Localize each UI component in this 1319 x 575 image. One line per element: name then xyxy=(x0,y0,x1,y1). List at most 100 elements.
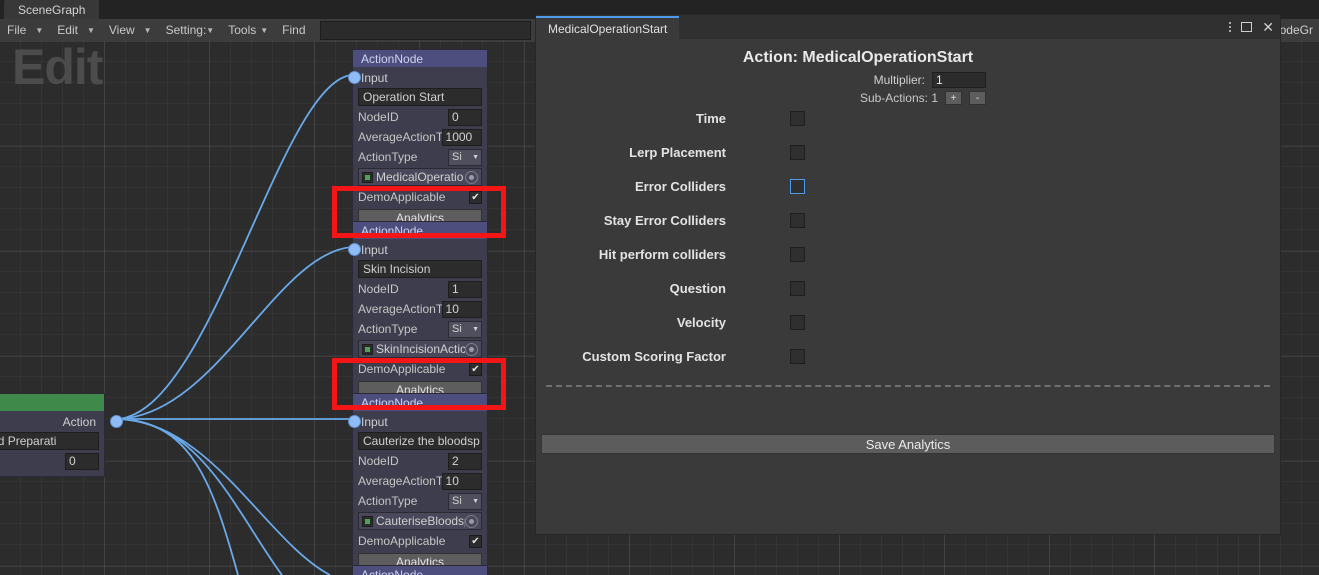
action-node-2-object-value: CauteriseBloodsp xyxy=(376,514,465,528)
action-node-2-type-dropdown[interactable]: Si ▼ xyxy=(448,492,482,510)
action-node-2-id-value[interactable]: 2 xyxy=(448,452,482,470)
checkbox-custom-scoring-factor[interactable] xyxy=(790,348,805,364)
action-node-2-input-label: Input xyxy=(361,414,388,429)
action-node-1-avg-label: AverageActionTi xyxy=(358,302,442,316)
action-node-2-input-port[interactable] xyxy=(348,415,361,428)
action-node-3[interactable]: ActionNode xyxy=(352,565,488,575)
checkbox-label-hit-perform-colliders: Hit perform colliders xyxy=(598,246,726,262)
multiplier-row: Multiplier: 1 xyxy=(874,72,986,88)
action-node-2-avg-value[interactable]: 10 xyxy=(441,472,482,490)
action-node-2-name-field[interactable]: Cauterize the bloodsp xyxy=(358,432,482,450)
menu-find-label: Find xyxy=(282,23,306,37)
stage-node-name-field[interactable]: sion and Preparati xyxy=(0,432,99,450)
action-node-0-avg-value[interactable]: 1000 xyxy=(441,128,482,146)
action-node-0-input-row: Input xyxy=(358,69,482,86)
action-node-0-id-value[interactable]: 0 xyxy=(448,108,482,126)
panel-window-controls: ✕ xyxy=(1228,15,1274,39)
checkbox-row-error-colliders: Error Colliders xyxy=(536,169,1280,203)
checkbox-row-velocity: Velocity xyxy=(536,305,1280,339)
checkbox-velocity[interactable] xyxy=(790,314,805,330)
checkbox-row-question: Question xyxy=(536,271,1280,305)
action-node-1-name-field[interactable]: Skin Incision xyxy=(358,260,482,278)
checkbox-label-time: Time xyxy=(695,110,726,126)
action-node-1-type-value: Si xyxy=(452,323,462,335)
subactions-add-button[interactable]: + xyxy=(945,91,962,105)
action-node-1-type-row: ActionType Si ▼ xyxy=(358,320,482,338)
menu-view[interactable]: View ▼ xyxy=(102,20,159,40)
multiplier-input[interactable]: 1 xyxy=(932,72,986,88)
object-picker-icon[interactable] xyxy=(465,342,478,356)
checkbox-lerp-placement[interactable] xyxy=(790,144,805,160)
script-icon xyxy=(362,515,373,527)
checkbox-label-stay-error-colliders: Stay Error Colliders xyxy=(603,212,726,228)
action-node-0-title: ActionNode xyxy=(361,51,424,66)
subactions-remove-button[interactable]: - xyxy=(969,91,986,105)
chevron-down-icon: ▼ xyxy=(472,497,479,505)
action-node-0-input-port[interactable] xyxy=(348,71,361,84)
chevron-down-icon: ▼ xyxy=(206,26,215,35)
panel-tab-medicaloperationstart[interactable]: MedicalOperationStart xyxy=(536,16,680,39)
analytics-checkbox-list: Time Lerp Placement Error Colliders Stay… xyxy=(536,101,1280,373)
action-node-1-input-port[interactable] xyxy=(348,243,361,256)
edit-watermark: Edit xyxy=(12,41,103,95)
checkbox-stay-error-colliders[interactable] xyxy=(790,212,805,228)
chevron-down-icon: ▼ xyxy=(472,325,479,333)
action-node-0-object-field[interactable]: MedicalOperatio xyxy=(358,168,482,186)
action-node-1-avg-row: AverageActionTi 10 xyxy=(358,300,482,318)
action-node-2-object-field[interactable]: CauteriseBloodsp xyxy=(358,512,482,530)
action-node-3-header: ActionNode xyxy=(353,566,487,575)
object-picker-icon[interactable] xyxy=(465,170,478,184)
action-node-2-id-label: NodeID xyxy=(358,454,399,468)
menu-view-label: View xyxy=(108,23,135,37)
chevron-down-icon: ▼ xyxy=(472,153,479,161)
panel-tabbar: MedicalOperationStart ✕ xyxy=(536,15,1280,39)
maximize-icon[interactable] xyxy=(1241,22,1253,32)
chevron-down-icon: ▼ xyxy=(260,26,269,35)
find-input[interactable] xyxy=(319,20,531,40)
panel-header: Action: MedicalOperationStart Multiplier… xyxy=(536,39,1280,105)
stage-node-output-port[interactable] xyxy=(110,415,123,428)
action-node-2-name-value: Cauterize the bloodsp xyxy=(363,434,480,448)
action-node-1-type-dropdown[interactable]: Si ▼ xyxy=(448,320,482,338)
save-analytics-button[interactable]: Save Analytics xyxy=(541,434,1275,454)
close-icon[interactable]: ✕ xyxy=(1262,20,1274,34)
stage-node-header: geNode xyxy=(0,394,104,411)
action-node-1-object-value: SkinIncisionActic xyxy=(376,342,465,356)
action-node-1-id-row: NodeID 1 xyxy=(358,280,482,298)
checkbox-row-time: Time xyxy=(536,101,1280,135)
menu-file[interactable]: File ▼ xyxy=(0,20,50,40)
menu-settings[interactable]: Setting: ▼ xyxy=(159,20,222,40)
stage-node-id-value[interactable]: 0 xyxy=(65,452,99,470)
checkbox-row-hit-perform-colliders: Hit perform colliders xyxy=(536,237,1280,271)
action-node-0-name-field[interactable]: Operation Start xyxy=(358,88,482,106)
action-node-2-avg-row: AverageActionTi 10 xyxy=(358,472,482,490)
inspector-panel: MedicalOperationStart ✕ Action: MedicalO… xyxy=(535,14,1281,535)
menu-tools[interactable]: Tools ▼ xyxy=(221,20,275,40)
menu-find[interactable]: Find xyxy=(275,20,317,40)
checkbox-time[interactable] xyxy=(790,110,805,126)
action-node-1-object-field[interactable]: SkinIncisionActic xyxy=(358,340,482,358)
action-node-1-avg-value[interactable]: 10 xyxy=(441,300,482,318)
action-node-0-header: ActionNode xyxy=(353,50,487,67)
kebab-menu-icon[interactable] xyxy=(1228,20,1231,35)
checkbox-question[interactable] xyxy=(790,280,805,296)
action-node-2-demo-checkbox[interactable]: ✔ xyxy=(469,534,482,548)
stage-node-ports: ut Action xyxy=(0,413,99,430)
action-node-0-name-value: Operation Start xyxy=(363,90,445,104)
action-node-1-id-value[interactable]: 1 xyxy=(448,280,482,298)
action-node-0-type-dropdown[interactable]: Si ▼ xyxy=(448,148,482,166)
checkbox-error-colliders[interactable] xyxy=(790,178,805,194)
object-picker-icon[interactable] xyxy=(465,514,478,528)
action-node-0-type-value: Si xyxy=(452,151,462,163)
action-node-2-demo-row: DemoApplicable ✔ xyxy=(358,532,482,550)
menu-edit-label: Edit xyxy=(57,23,78,37)
subactions-row: Sub-Actions: 1 + - xyxy=(860,91,986,105)
stage-node-id-row: eID 0 xyxy=(0,452,99,470)
menu-edit[interactable]: Edit ▼ xyxy=(50,20,102,40)
stage-node[interactable]: geNode ut Action sion and Preparati eID … xyxy=(0,393,123,477)
script-icon xyxy=(362,171,373,183)
checkbox-hit-perform-colliders[interactable] xyxy=(790,246,805,262)
action-node-2[interactable]: ActionNode Input Cauterize the bloodsp N… xyxy=(348,393,488,575)
action-node-2-demo-label: DemoApplicable xyxy=(358,534,446,548)
window-tab-scenegraph[interactable]: SceneGraph xyxy=(4,0,100,19)
